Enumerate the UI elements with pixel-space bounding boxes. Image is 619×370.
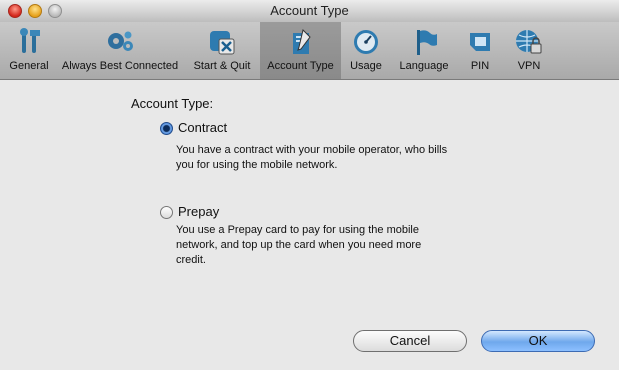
vpn-globe-lock-icon [516, 30, 542, 54]
preferences-toolbar: General Always Best Connected Start & Qu… [0, 22, 619, 80]
toolbar-item-language[interactable]: Language [396, 22, 452, 79]
toolbar-item-vpn[interactable]: VPN [508, 22, 550, 79]
account-type-pane: Account Type: Contract You have a contra… [0, 80, 619, 370]
contract-radio-label[interactable]: Contract [178, 120, 227, 135]
sim-card-icon [470, 33, 490, 51]
contract-description: You have a contract with your mobile ope… [176, 144, 448, 171]
start-quit-icon [210, 31, 235, 55]
toolbar-item-always-best-connected[interactable]: Always Best Connected [60, 22, 180, 79]
prepay-radio[interactable] [160, 206, 173, 219]
toolbar-item-start-quit[interactable]: Start & Quit [187, 22, 257, 79]
toolbar-item-pin[interactable]: PIN [458, 22, 502, 79]
account-type-heading: Account Type: [131, 96, 214, 111]
prepay-radio-label[interactable]: Prepay [178, 204, 219, 219]
toolbar-item-general[interactable]: General [2, 22, 56, 79]
preferences-window: Account Type General Always Best Connect… [0, 0, 619, 370]
cancel-button[interactable]: Cancel [353, 330, 467, 352]
prepay-description: You use a Prepay card to pay for using t… [176, 224, 422, 266]
zoom-window-button[interactable] [48, 4, 62, 18]
title-bar[interactable]: Account Type [0, 0, 619, 22]
account-type-icon [292, 29, 311, 54]
minimize-window-button[interactable] [28, 4, 42, 18]
close-window-button[interactable] [8, 4, 22, 18]
usage-gauge-icon [354, 30, 378, 54]
flag-icon [417, 30, 437, 55]
general-icon [20, 28, 40, 53]
contract-radio[interactable] [160, 122, 173, 135]
window-title: Account Type [270, 3, 349, 18]
gears-icon [108, 31, 133, 51]
toolbar-item-account-type[interactable]: Account Type [260, 22, 341, 79]
toolbar-item-usage[interactable]: Usage [344, 22, 388, 79]
ok-button[interactable]: OK [481, 330, 595, 352]
